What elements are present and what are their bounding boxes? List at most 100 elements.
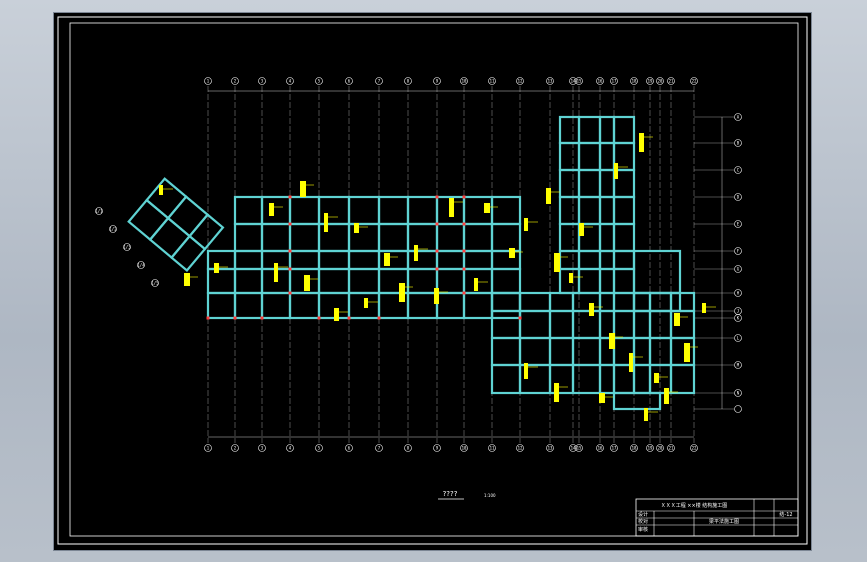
column — [462, 222, 466, 226]
beam-bay — [166, 195, 210, 238]
annotation-mark — [654, 373, 659, 383]
beam-bay — [548, 291, 575, 313]
annotation-mark — [324, 213, 328, 232]
beam-bay — [598, 249, 616, 271]
beam-bay — [490, 222, 522, 253]
annotation-mark — [414, 245, 418, 261]
annotation-mark — [546, 188, 551, 204]
column — [435, 249, 439, 253]
column — [260, 316, 264, 320]
beam-bay — [598, 291, 616, 313]
beam-bay — [233, 222, 264, 253]
beam-bay — [518, 336, 552, 367]
beam-bay — [598, 168, 616, 199]
beam-bay — [462, 291, 494, 320]
beam-bay — [462, 249, 494, 271]
beam-bay — [347, 195, 381, 226]
axis-label-top: 16 — [598, 78, 603, 83]
beam-bay — [558, 249, 581, 271]
beam-bay — [648, 309, 673, 340]
beam-bay — [347, 249, 381, 271]
beam-bay — [548, 363, 575, 395]
annotation-mark — [184, 273, 190, 286]
annotation-mark — [474, 278, 478, 291]
beam-bay — [148, 216, 192, 260]
axis-label-top: 15 — [577, 78, 582, 83]
axis-label-top: 11 — [490, 445, 495, 450]
beam-bay — [577, 195, 602, 226]
axis-label-right: H — [737, 290, 740, 295]
beam-bay — [558, 115, 581, 145]
drawing-sheet: 1122334455667788991010111112121313141415… — [57, 16, 808, 545]
axis-label-top: 21 — [669, 78, 674, 83]
axis-label-top: 22 — [692, 78, 697, 83]
annotation-mark — [364, 298, 368, 308]
beam-bay — [571, 309, 602, 340]
inner-frame — [69, 22, 799, 537]
cad-drawing-viewport[interactable]: 1 1 2 2 3 3 4 4 5 5 6 6 7 7 8 8 9 9 10 10 11 11 12 12 13 13 14 14 15… — [54, 13, 811, 550]
annotation-mark — [524, 363, 528, 379]
annotation-mark — [159, 185, 163, 195]
annotation-mark — [300, 181, 306, 197]
beam-bay — [490, 291, 522, 313]
beam-bay — [377, 195, 410, 226]
axis-label-top: 19 — [648, 78, 653, 83]
outer-frame — [57, 16, 808, 545]
beam-bay — [577, 115, 602, 145]
beam-bay — [260, 195, 292, 226]
beam-bay — [490, 363, 522, 395]
annotation-mark — [554, 383, 559, 402]
annotation-mark — [579, 223, 584, 236]
annotation-mark — [569, 273, 573, 283]
beam-bay — [288, 222, 321, 253]
axis-label-top: 10 — [462, 78, 467, 83]
beam-bay — [577, 141, 602, 172]
axis-label-top: 11 — [490, 78, 495, 83]
beam-bay — [206, 249, 237, 271]
axis-grid — [207, 86, 734, 443]
annotation-mark — [639, 133, 644, 152]
beam-bay — [518, 291, 552, 313]
annotation-mark — [434, 288, 439, 304]
beam-bay — [632, 336, 652, 367]
beam-bay — [571, 363, 602, 395]
beam-bay — [435, 249, 466, 271]
beam-bay — [577, 249, 602, 271]
beam-bay — [377, 249, 410, 271]
title-block-drawing-no: 结-12 — [779, 511, 792, 518]
beam-bay — [233, 249, 264, 271]
axis-label-top: 5 — [318, 445, 321, 450]
column — [435, 222, 439, 226]
title-block-project: ＸＸＸ工程 ××楼 结构施工图 — [661, 502, 728, 509]
beam-bay — [317, 222, 351, 253]
axis-label-right: C — [737, 167, 740, 172]
axis-label-top: 13 — [548, 445, 553, 450]
axis-label-top: 15 — [577, 445, 582, 450]
axis-label-top: 20 — [658, 78, 663, 83]
axis-label-top: 10 — [462, 445, 467, 450]
beam-bay — [435, 267, 466, 295]
beam-bay — [577, 168, 602, 199]
beam-bay — [558, 168, 581, 199]
axis-label-top: 19 — [648, 445, 653, 450]
axis-label-top: 16 — [598, 445, 603, 450]
axis-label-top: 3 — [261, 78, 264, 83]
axis-label-right: F — [737, 248, 740, 253]
beam-bay — [598, 141, 616, 172]
column — [288, 222, 292, 226]
beam-bay — [612, 249, 636, 271]
axis-label-top: 13 — [548, 78, 553, 83]
beam-bay — [558, 222, 581, 253]
beam-bay — [490, 309, 522, 340]
column — [288, 195, 292, 199]
beam-bay — [571, 291, 602, 313]
beam-bay — [317, 249, 351, 271]
axis-label-top: 2 — [234, 78, 237, 83]
beam-layout — [127, 115, 696, 411]
axis-label-top: 18 — [632, 78, 637, 83]
beam-bay — [558, 141, 581, 172]
beam-bay — [233, 195, 264, 226]
axis-label-top: 4 — [289, 445, 292, 450]
annotation-mark — [609, 333, 615, 349]
column — [288, 267, 292, 271]
